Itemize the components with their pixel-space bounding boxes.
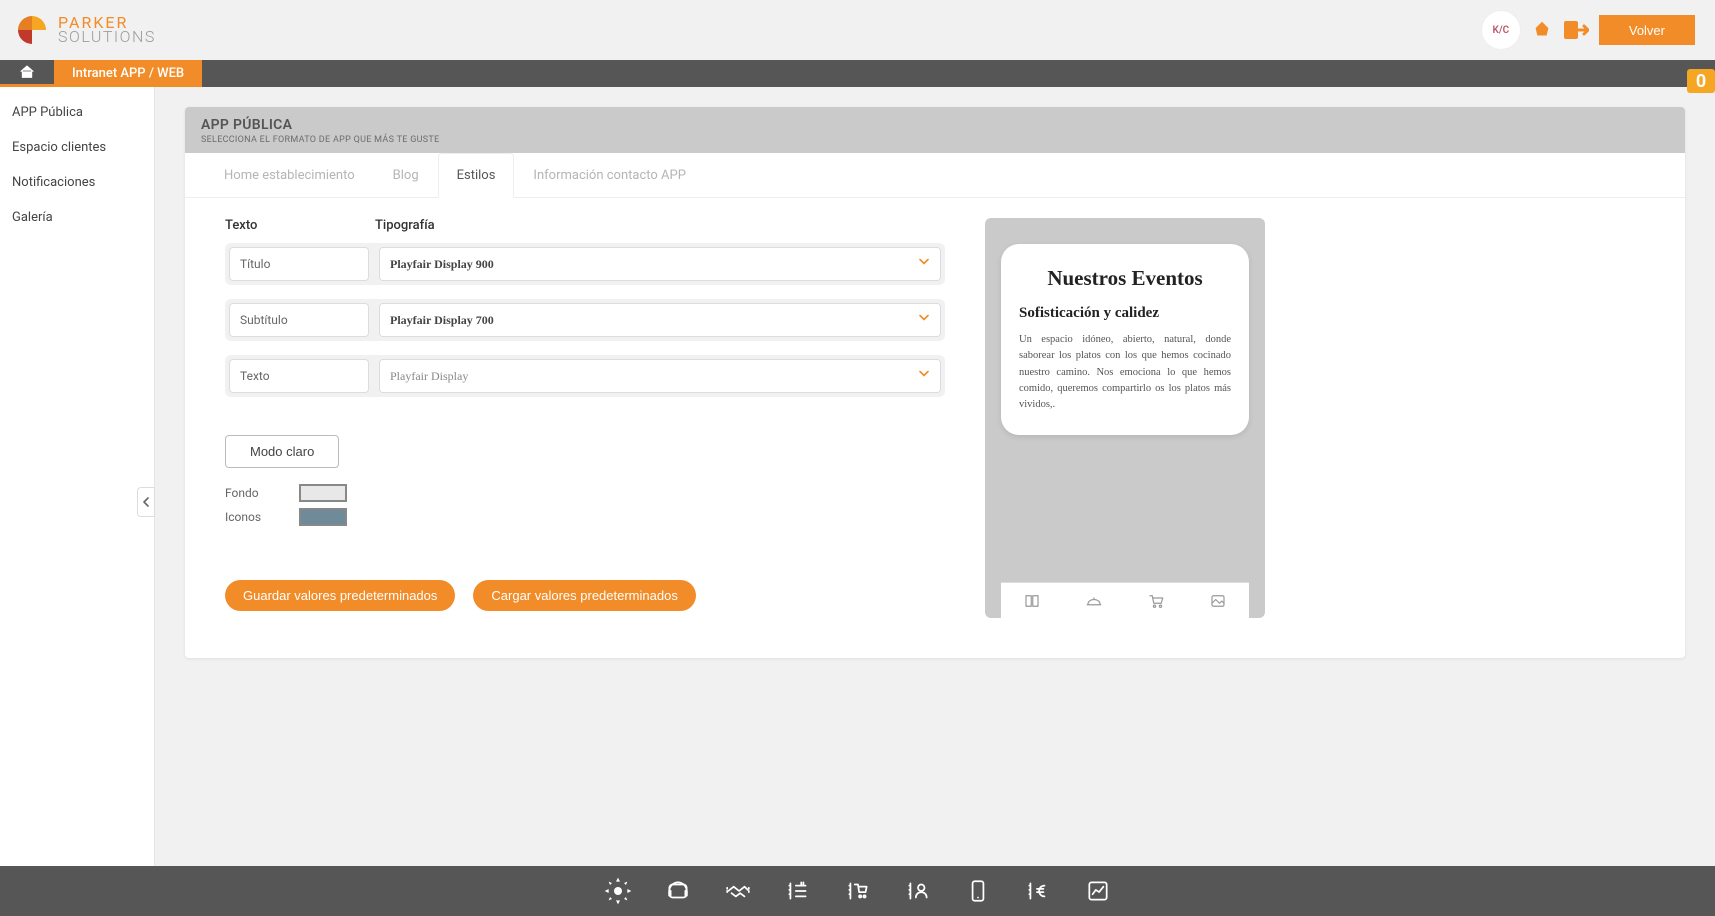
select-value: Playfair Display 900 bbox=[390, 257, 494, 272]
mobile-icon[interactable] bbox=[962, 875, 994, 907]
bottom-dock bbox=[0, 866, 1715, 916]
euro-list-icon[interactable] bbox=[1022, 875, 1054, 907]
secondary-nav: Intranet APP / WEB 0 bbox=[0, 60, 1715, 87]
color-swatch-fondo[interactable] bbox=[299, 484, 347, 502]
support-icon[interactable] bbox=[662, 875, 694, 907]
panel: APP PÚBLICA SELECCIONA EL FORMATO DE APP… bbox=[185, 107, 1685, 658]
sidebar-item-app-publica[interactable]: APP Pública bbox=[0, 95, 154, 130]
users-list-icon[interactable] bbox=[902, 875, 934, 907]
preview-title: Nuestros Eventos bbox=[1019, 266, 1231, 291]
shop-list-icon[interactable] bbox=[842, 875, 874, 907]
brand-text-2: SOLUTIONS bbox=[58, 30, 156, 44]
chevron-down-icon bbox=[918, 256, 930, 273]
tab-home-establecimiento[interactable]: Home establecimiento bbox=[205, 153, 374, 198]
brand-logo: PARKER SOLUTIONS bbox=[14, 12, 156, 48]
preview-subtitle: Sofisticación y calidez bbox=[1019, 305, 1231, 322]
column-header-tipografia: Tipografía bbox=[375, 218, 435, 233]
mode-toggle-button[interactable]: Modo claro bbox=[225, 435, 339, 468]
field-label-titulo: Título bbox=[229, 247, 369, 281]
back-button[interactable]: Volver bbox=[1599, 15, 1695, 45]
select-typography-titulo[interactable]: Playfair Display 900 bbox=[379, 247, 941, 281]
preview-column: Nuestros Eventos Sofisticación y calidez… bbox=[985, 218, 1265, 618]
load-defaults-button[interactable]: Cargar valores predeterminados bbox=[473, 580, 695, 611]
tab-blog[interactable]: Blog bbox=[374, 153, 438, 198]
settings-icon[interactable] bbox=[602, 875, 634, 907]
swatch-label-fondo: Fondo bbox=[225, 486, 285, 500]
tab-estilos[interactable]: Estilos bbox=[438, 153, 515, 198]
analytics-icon[interactable] bbox=[1082, 875, 1114, 907]
sidebar-item-notificaciones[interactable]: Notificaciones bbox=[0, 165, 154, 200]
notifications-icon[interactable] bbox=[1531, 19, 1553, 41]
preview-card: Nuestros Eventos Sofisticación y calidez… bbox=[1001, 244, 1249, 435]
chevron-down-icon bbox=[918, 368, 930, 385]
image-icon[interactable] bbox=[1209, 592, 1227, 610]
column-header-texto: Texto bbox=[225, 218, 375, 233]
cart-icon[interactable] bbox=[1147, 592, 1165, 610]
preview-body: Un espacio idóneo, abierto, natural, don… bbox=[1019, 332, 1231, 413]
home-tab-icon[interactable] bbox=[0, 60, 54, 87]
field-label-texto: Texto bbox=[229, 359, 369, 393]
panel-subtitle: SELECCIONA EL FORMATO DE APP QUE MÁS TE … bbox=[201, 135, 1669, 145]
cart-badge[interactable]: 0 bbox=[1687, 69, 1715, 93]
book-icon[interactable] bbox=[1023, 592, 1041, 610]
styles-form: Texto Tipografía Título Playfair Display… bbox=[225, 218, 945, 618]
breadcrumb[interactable]: Intranet APP / WEB bbox=[54, 60, 202, 87]
swatch-label-iconos: Iconos bbox=[225, 510, 285, 524]
panel-title: APP PÚBLICA bbox=[201, 117, 1669, 133]
select-value: Playfair Display 700 bbox=[390, 313, 494, 328]
handshake-icon[interactable] bbox=[722, 875, 754, 907]
tab-informacion-contacto[interactable]: Información contacto APP bbox=[514, 153, 704, 198]
cloche-icon[interactable] bbox=[1085, 592, 1103, 610]
avatar[interactable]: K/C bbox=[1481, 10, 1521, 50]
select-typography-subtitulo[interactable]: Playfair Display 700 bbox=[379, 303, 941, 337]
sidebar-item-galeria[interactable]: Galería bbox=[0, 200, 154, 235]
chevron-down-icon bbox=[918, 312, 930, 329]
select-typography-texto[interactable]: Playfair Display bbox=[379, 359, 941, 393]
select-value: Playfair Display bbox=[390, 369, 468, 384]
color-swatch-iconos[interactable] bbox=[299, 508, 347, 526]
main-content: APP PÚBLICA SELECCIONA EL FORMATO DE APP… bbox=[155, 87, 1715, 866]
logout-icon[interactable] bbox=[1563, 19, 1589, 41]
field-label-subtitulo: Subtítulo bbox=[229, 303, 369, 337]
brand-icon bbox=[14, 12, 50, 48]
panel-header: APP PÚBLICA SELECCIONA EL FORMATO DE APP… bbox=[185, 107, 1685, 153]
tab-strip: Home establecimiento Blog Estilos Inform… bbox=[185, 153, 1685, 198]
top-bar: PARKER SOLUTIONS K/C Volver bbox=[0, 0, 1715, 60]
save-defaults-button[interactable]: Guardar valores predeterminados bbox=[225, 580, 455, 611]
sidebar: APP Pública Espacio clientes Notificacio… bbox=[0, 87, 155, 866]
sidebar-collapse-icon[interactable] bbox=[137, 487, 155, 517]
sidebar-item-espacio-clientes[interactable]: Espacio clientes bbox=[0, 130, 154, 165]
menu-list-icon[interactable] bbox=[782, 875, 814, 907]
phone-preview: Nuestros Eventos Sofisticación y calidez… bbox=[985, 218, 1265, 618]
preview-nav-tabs bbox=[1001, 582, 1249, 618]
